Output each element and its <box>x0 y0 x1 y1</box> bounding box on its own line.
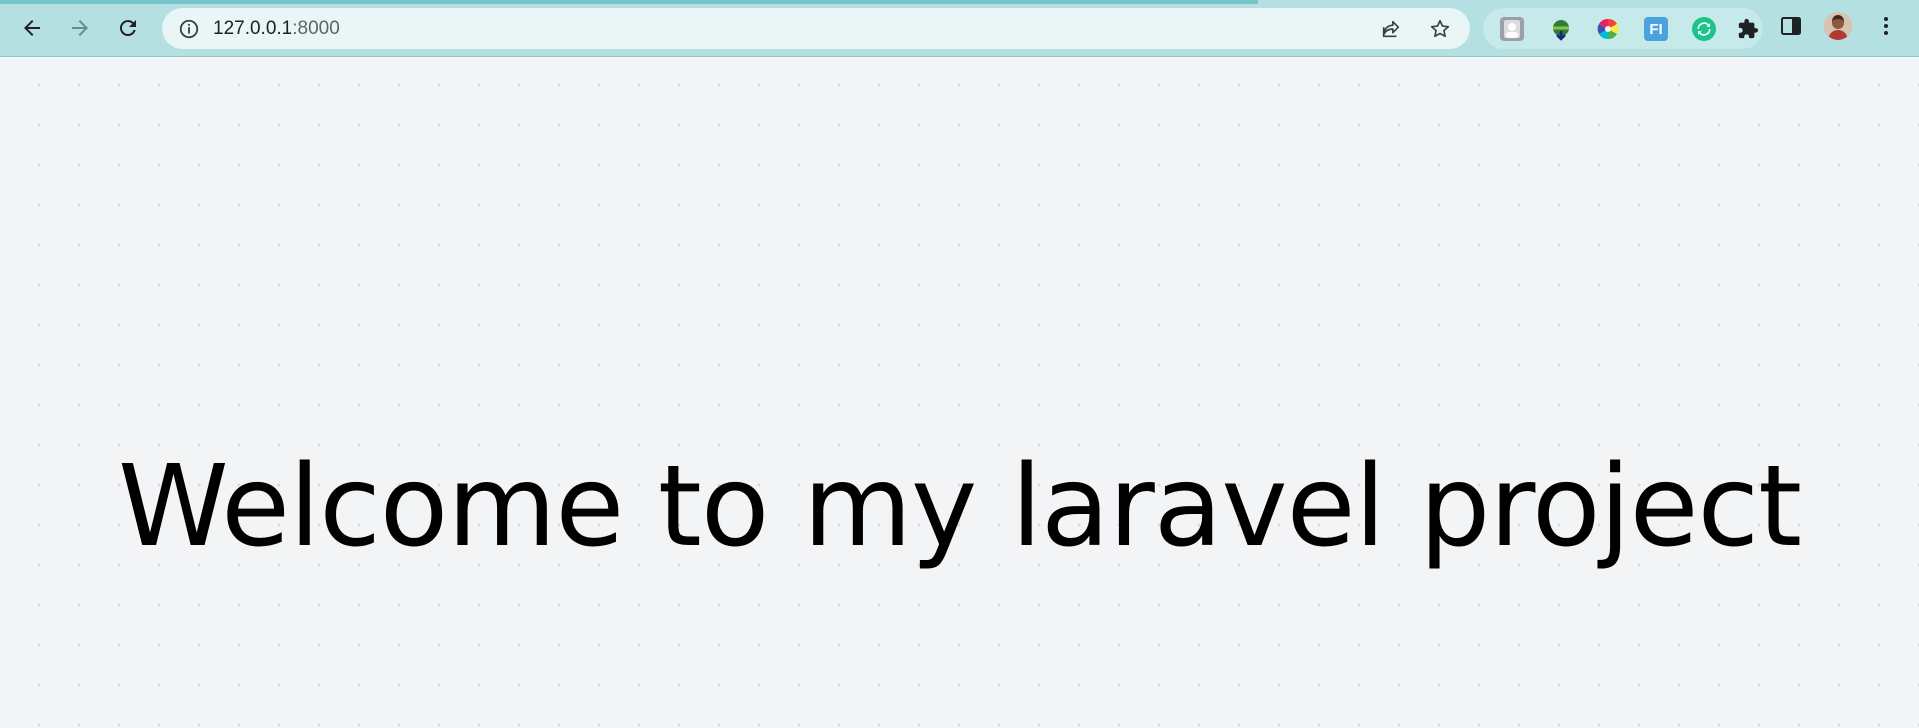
reload-button[interactable] <box>110 10 146 46</box>
sync-ext-icon[interactable] <box>1692 17 1716 41</box>
side-panel-icon <box>1781 17 1801 35</box>
share-button[interactable] <box>1379 17 1403 41</box>
arrow-left-icon <box>24 20 40 36</box>
idm-ext-icon[interactable] <box>1549 17 1573 41</box>
info-icon[interactable] <box>178 18 200 40</box>
extensions-button[interactable] <box>1736 17 1760 41</box>
browser-toolbar: 127.0.0.1:8000 FI <box>0 0 1919 57</box>
profile-avatar[interactable] <box>1824 12 1852 40</box>
share-icon <box>1382 20 1400 38</box>
page-content: Welcome to my laravel project <box>0 57 1919 728</box>
back-button[interactable] <box>14 10 50 46</box>
url-port: :8000 <box>292 18 340 39</box>
bookmark-button[interactable] <box>1428 17 1452 41</box>
forward-button[interactable] <box>62 10 98 46</box>
profile-ext-icon[interactable] <box>1500 17 1524 41</box>
address-bar[interactable]: 127.0.0.1:8000 <box>162 8 1470 49</box>
kebab-menu-icon <box>1884 17 1888 35</box>
extensions-tray: FI <box>1483 8 1763 49</box>
url-host: 127.0.0.1 <box>213 18 293 39</box>
page-load-progress-bar <box>0 0 1258 4</box>
page-headline: Welcome to my laravel project <box>118 442 1802 572</box>
reload-icon <box>119 20 136 37</box>
arrow-right-icon <box>72 20 88 36</box>
browser-menu-button[interactable] <box>1872 12 1900 40</box>
side-panel-button[interactable] <box>1777 12 1805 40</box>
puzzle-icon <box>1738 18 1759 39</box>
url-text[interactable]: 127.0.0.1:8000 <box>213 18 340 40</box>
star-icon <box>1430 19 1450 38</box>
color-wheel-ext-icon[interactable] <box>1596 17 1620 41</box>
font-ext-icon[interactable]: FI <box>1644 17 1668 41</box>
font-ext-badge: FI <box>1649 20 1663 38</box>
